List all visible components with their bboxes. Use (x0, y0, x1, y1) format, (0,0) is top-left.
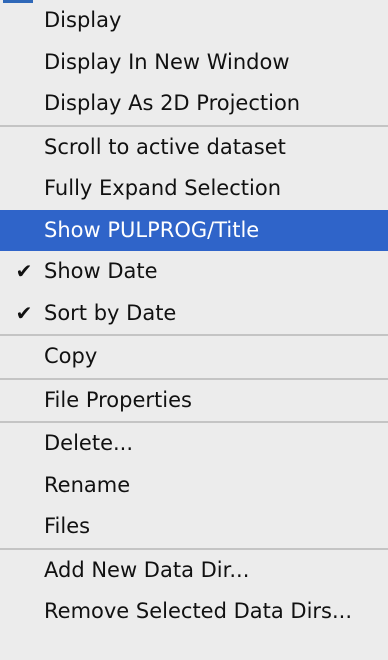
menu-item-show-pulprog-title[interactable]: Show PULPROG/Title (0, 209, 388, 251)
context-menu: Display Display In New Window Display As… (0, 0, 388, 660)
menu-item-display[interactable]: Display (0, 0, 388, 42)
menu-item-label: Copy (44, 344, 98, 368)
menu-item-display-in-new-window[interactable]: Display In New Window (0, 42, 388, 84)
menu-group-view-options: Scroll to active dataset Fully Expand Se… (0, 127, 388, 336)
menu-item-display-as-2d-projection[interactable]: Display As 2D Projection (0, 83, 388, 125)
menu-item-rename[interactable]: Rename (0, 465, 388, 507)
menu-item-sort-by-date[interactable]: ✔ Sort by Date (0, 293, 388, 335)
menu-item-delete[interactable]: Delete... (0, 423, 388, 465)
menu-item-label: Add New Data Dir... (44, 557, 250, 582)
menu-item-copy[interactable]: Copy (0, 336, 388, 378)
menu-item-label: Delete... (44, 431, 134, 455)
menu-item-scroll-to-active-dataset[interactable]: Scroll to active dataset (0, 127, 388, 169)
menu-item-label: Display (44, 8, 122, 32)
menu-item-label: Scroll to active dataset (44, 134, 286, 159)
checkmark-icon: ✔ (15, 259, 33, 283)
menu-item-label: Sort by Date (44, 300, 177, 325)
menu-item-file-properties[interactable]: File Properties (0, 380, 388, 422)
menu-item-label: Show Date (44, 259, 158, 283)
menu-item-label: Remove Selected Data Dirs... (44, 599, 353, 623)
menu-item-label: Display As 2D Projection (44, 91, 301, 115)
menu-group-properties: File Properties (0, 380, 388, 423)
menu-item-remove-selected-data-dirs[interactable]: Remove Selected Data Dirs... (0, 591, 388, 633)
menu-group-data-dirs: Add New Data Dir... Remove Selected Data… (0, 550, 388, 633)
menu-item-label: Fully Expand Selection (44, 176, 281, 200)
menu-item-label: Show PULPROG/Title (44, 217, 260, 242)
menu-item-show-date[interactable]: ✔ Show Date (0, 251, 388, 293)
menu-item-add-new-data-dir[interactable]: Add New Data Dir... (0, 550, 388, 592)
menu-group-copy: Copy (0, 336, 388, 380)
menu-item-files[interactable]: Files (0, 506, 388, 548)
menu-item-fully-expand-selection[interactable]: Fully Expand Selection (0, 168, 388, 210)
menu-group-display: Display Display In New Window Display As… (0, 0, 388, 127)
menu-group-file-actions: Delete... Rename Files (0, 423, 388, 550)
checkmark-icon: ✔ (15, 300, 33, 325)
menu-item-label: Rename (44, 472, 131, 497)
menu-item-label: File Properties (44, 387, 192, 412)
menu-item-label: Files (44, 514, 91, 538)
menu-item-label: Display In New Window (44, 49, 290, 74)
